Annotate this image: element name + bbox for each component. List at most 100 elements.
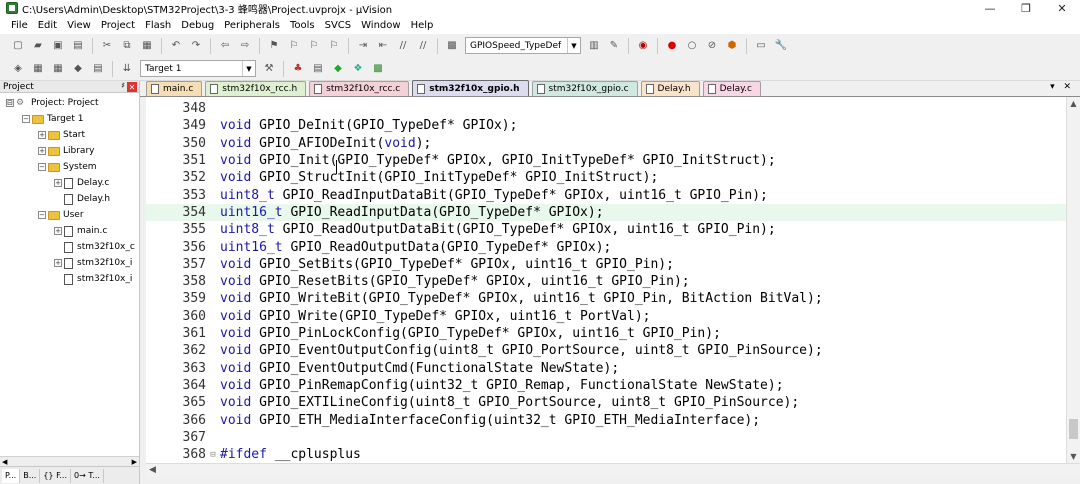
bookmark-prev-icon[interactable]: ⚐ — [286, 38, 302, 54]
code-line[interactable]: 360 void GPIO_Write(GPIO_TypeDef* GPIOx, … — [146, 308, 1066, 325]
menu-svcs[interactable]: SVCS — [320, 20, 357, 31]
open-folder-icon[interactable]: ▰ — [30, 38, 46, 54]
close-button[interactable]: ✕ — [1044, 0, 1080, 16]
code-line[interactable]: 362 void GPIO_EventOutputConfig(uint8_t G… — [146, 342, 1066, 359]
stop-build-icon[interactable]: ▤ — [90, 61, 106, 77]
code-line[interactable]: 366 void GPIO_ETH_MediaInterfaceConfig(ui… — [146, 411, 1066, 428]
code-line[interactable]: 351 void GPIO_Init(GPIO_TypeDef* GPIOx, G… — [146, 152, 1066, 169]
breakpoint-enable-icon[interactable]: ○ — [684, 38, 700, 54]
incremental-find-icon[interactable]: ✎ — [606, 38, 622, 54]
tab-stm32f10x_gpio-c[interactable]: stm32f10x_gpio.c — [531, 81, 638, 96]
window-layout-icon[interactable]: ▭ — [753, 38, 769, 54]
download-icon[interactable]: ⇊ — [119, 61, 135, 77]
tab-Delay-c[interactable]: Delay.c — [702, 81, 761, 96]
save-all-icon[interactable]: ▤ — [70, 38, 86, 54]
menu-project[interactable]: Project — [96, 20, 140, 31]
tree-item[interactable]: + main.c — [0, 223, 139, 239]
code-line[interactable]: 356 uint16_t GPIO_ReadOutputData(GPIO_Typ… — [146, 238, 1066, 255]
tree-item[interactable]: + Library — [0, 143, 139, 159]
find-in-files-icon[interactable]: ▩ — [444, 38, 460, 54]
expand-icon[interactable]: + — [54, 227, 62, 235]
expand-icon[interactable]: + — [54, 179, 62, 187]
close-icon[interactable]: ✕ — [127, 82, 137, 92]
code-editor[interactable]: 348 349 void GPIO_DeInit(GPIO_TypeDef* GPI… — [146, 97, 1080, 463]
scroll-thumb[interactable] — [1069, 419, 1078, 439]
menu-debug[interactable]: Debug — [176, 20, 219, 31]
redo-icon[interactable]: ↷ — [188, 38, 204, 54]
menu-help[interactable]: Help — [406, 20, 439, 31]
tree-item[interactable]: stm32f10x_c — [0, 239, 139, 255]
expand-icon[interactable]: + — [38, 147, 46, 155]
code-line[interactable]: 363 void GPIO_EventOutputCmd(FunctionalSt… — [146, 360, 1066, 377]
collapse-icon[interactable]: − — [38, 211, 46, 219]
editor-horizontal-scrollbar[interactable]: ◀ — [146, 463, 1080, 477]
unindent-icon[interactable]: ⇤ — [375, 38, 391, 54]
code-line[interactable]: 354 uint16_t GPIO_ReadInputData(GPIO_Type… — [146, 203, 1066, 222]
editor-vertical-scrollbar[interactable]: ▲ ▼ — [1066, 97, 1080, 463]
uncomment-icon[interactable]: // — [415, 38, 431, 54]
target-combo[interactable]: Target 1 ▼ — [140, 60, 256, 77]
project-panel-scrollbar[interactable]: ◀ ▶ — [0, 456, 139, 466]
file-extensions-icon[interactable]: ▤ — [310, 61, 326, 77]
tree-item[interactable]: − System — [0, 159, 139, 175]
tab-stm32f10x_rcc-h[interactable]: stm32f10x_rcc.h — [205, 81, 307, 96]
minimize-button[interactable]: — — [972, 0, 1008, 16]
navigate-back-icon[interactable]: ⇦ — [217, 38, 233, 54]
bookmark-clear-icon[interactable]: ⚐ — [326, 38, 342, 54]
expand-icon[interactable]: + — [54, 259, 62, 267]
tab-main-c[interactable]: main.c — [146, 81, 203, 96]
code-line[interactable]: 357 void GPIO_SetBits(GPIO_TypeDef* GPIOx… — [146, 256, 1066, 273]
comment-icon[interactable]: // — [395, 38, 411, 54]
scroll-up-icon[interactable]: ▲ — [1067, 99, 1080, 108]
paste-icon[interactable]: ▦ — [139, 38, 155, 54]
tree-item[interactable]: stm32f10x_i — [0, 271, 139, 287]
collapse-icon[interactable]: ⊟ — [6, 99, 14, 107]
new-file-icon[interactable]: ▢ — [10, 38, 26, 54]
copy-icon[interactable]: ⧉ — [119, 38, 135, 54]
find-combo[interactable]: GPIOSpeed_TypeDef ▼ — [465, 37, 581, 54]
panel-tab[interactable]: P... — [2, 468, 21, 483]
chevron-down-icon[interactable]: ▼ — [242, 61, 255, 76]
panel-tab[interactable]: B... — [20, 468, 41, 483]
code-line[interactable]: 358 void GPIO_ResetBits(GPIO_TypeDef* GPI… — [146, 273, 1066, 290]
collapse-icon[interactable]: − — [38, 163, 46, 171]
scroll-left-icon[interactable]: ◀ — [149, 465, 156, 475]
code-line[interactable]: 353 uint8_t GPIO_ReadInputDataBit(GPIO_Ty… — [146, 187, 1066, 204]
expand-icon[interactable]: + — [38, 131, 46, 139]
save-icon[interactable]: ▣ — [50, 38, 66, 54]
maximize-button[interactable]: ❐ — [1008, 0, 1044, 16]
breakpoint-insert-icon[interactable]: ● — [664, 38, 680, 54]
debug-session-icon[interactable]: ◉ — [635, 38, 651, 54]
tab-Delay-h[interactable]: Delay.h — [640, 81, 700, 96]
code-line[interactable]: 349 void GPIO_DeInit(GPIO_TypeDef* GPIOx)… — [146, 117, 1066, 134]
batch-build-icon[interactable]: ◆ — [70, 61, 86, 77]
tab-menu-icon[interactable]: ▾ ✕ — [1050, 82, 1074, 92]
run-time-env-icon[interactable]: ❖ — [350, 61, 366, 77]
tree-item[interactable]: ⊟ ⚙ Project: Project — [0, 95, 139, 111]
undo-icon[interactable]: ↶ — [168, 38, 184, 54]
code-line[interactable]: 364 void GPIO_PinRemapConfig(uint32_t GPI… — [146, 377, 1066, 394]
tree-item[interactable]: − Target 1 — [0, 111, 139, 127]
menu-window[interactable]: Window — [356, 20, 405, 31]
navigate-forward-icon[interactable]: ⇨ — [237, 38, 253, 54]
options-for-target-icon[interactable]: ⚒ — [261, 61, 277, 77]
code-line[interactable]: 361 void GPIO_PinLockConfig(GPIO_TypeDef*… — [146, 325, 1066, 342]
panel-tab[interactable]: 0→ T... — [71, 468, 104, 483]
code-line[interactable]: 350 void GPIO_AFIODeInit(void); — [146, 135, 1066, 152]
tree-item[interactable]: + Start — [0, 127, 139, 143]
code-line[interactable]: 359 void GPIO_WriteBit(GPIO_TypeDef* GPIO… — [146, 290, 1066, 307]
tree-item[interactable]: + stm32f10x_i — [0, 255, 139, 271]
breakpoint-kill-icon[interactable]: ⬢ — [724, 38, 740, 54]
menu-view[interactable]: View — [62, 20, 96, 31]
scroll-down-icon[interactable]: ▼ — [1067, 452, 1080, 461]
menu-flash[interactable]: Flash — [140, 20, 176, 31]
collapse-icon[interactable]: − — [22, 115, 30, 123]
menu-edit[interactable]: Edit — [33, 20, 62, 31]
build-icon[interactable]: ▦ — [30, 61, 46, 77]
panel-tab[interactable]: {} F... — [40, 468, 72, 483]
manage-components-icon[interactable]: ♣ — [290, 61, 306, 77]
tree-item[interactable]: + Delay.c — [0, 175, 139, 191]
scroll-right-icon[interactable]: ▶ — [132, 458, 137, 466]
select-packs-icon[interactable]: ◆ — [330, 61, 346, 77]
tab-stm32f10x_gpio-h[interactable]: stm32f10x_gpio.h — [412, 80, 529, 96]
